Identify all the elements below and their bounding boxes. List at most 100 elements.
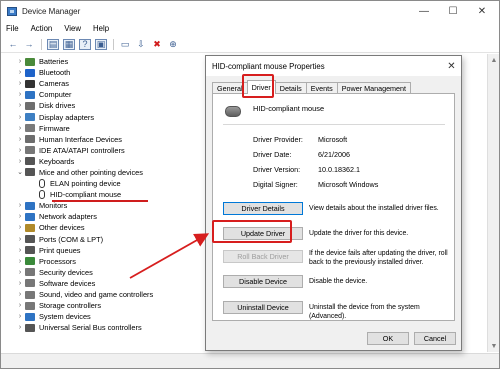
tree-category[interactable]: › Storage controllers — [15, 300, 205, 311]
menu-action[interactable]: Action — [31, 24, 53, 33]
tree-item-label: Firmware — [39, 123, 70, 133]
toolbar: ← → ▤ ▦ ? ▣ ▭ ⇩ ✖ ⊕ — [1, 36, 499, 53]
port-icon — [25, 235, 35, 244]
chevron-right-icon[interactable]: › — [15, 291, 25, 298]
chevron-right-icon[interactable]: › — [15, 158, 25, 165]
scroll-up-icon[interactable]: ▲ — [488, 54, 500, 66]
chevron-right-icon[interactable]: › — [15, 80, 25, 87]
chevron-right-icon[interactable]: › — [15, 147, 25, 154]
chevron-right-icon[interactable]: › — [15, 202, 25, 209]
tree-category[interactable]: › Processors — [15, 256, 205, 267]
tree-category[interactable]: › Computer — [15, 89, 205, 100]
chevron-right-icon[interactable]: › — [15, 213, 25, 220]
chevron-right-icon[interactable]: › — [15, 236, 25, 243]
disable-device-button[interactable]: Disable Device — [223, 275, 303, 288]
update-driver-highlight — [212, 220, 292, 243]
tree-category[interactable]: › Software devices — [15, 278, 205, 289]
roll-back-driver-button[interactable]: Roll Back Driver — [223, 250, 303, 263]
window-title: Device Manager — [22, 6, 81, 16]
chevron-right-icon[interactable]: › — [15, 280, 25, 287]
tree-category[interactable]: › Display adapters — [15, 111, 205, 122]
tree-item-label: Security devices — [39, 267, 93, 277]
network-icon — [25, 212, 35, 221]
cancel-button[interactable]: Cancel — [414, 332, 456, 345]
tree-item-label: Universal Serial Bus controllers — [39, 323, 142, 333]
driver-provider-value: Microsoft — [318, 135, 348, 144]
menu-view[interactable]: View — [64, 24, 81, 33]
tree-category[interactable]: › Disk drives — [15, 100, 205, 111]
tree-item-label: Keyboards — [39, 156, 75, 166]
chevron-right-icon[interactable]: › — [15, 302, 25, 309]
chevron-right-icon[interactable]: › — [15, 258, 25, 265]
driver-details-description: View details about the installed driver … — [309, 205, 439, 212]
chevron-right-icon[interactable]: › — [15, 125, 25, 132]
update-driver-icon[interactable]: ▣ — [95, 38, 107, 50]
dialog-close-button[interactable]: ✕ — [442, 56, 461, 76]
tree-category[interactable]: › Cameras — [15, 78, 205, 89]
tree-category[interactable]: › Firmware — [15, 123, 205, 134]
chevron-right-icon[interactable]: › — [15, 313, 25, 320]
chevron-right-icon[interactable]: › — [15, 91, 25, 98]
tree-category[interactable]: › Batteries — [15, 56, 205, 67]
chevron-right-icon[interactable]: › — [15, 247, 25, 254]
battery-icon — [25, 57, 35, 66]
help-icon[interactable]: ? — [79, 38, 91, 50]
hid-icon — [25, 135, 35, 144]
tree-category[interactable]: › Other devices — [15, 222, 205, 233]
tree-category[interactable]: › Universal Serial Bus controllers — [15, 322, 205, 333]
tree-category[interactable]: › Security devices — [15, 267, 205, 278]
chevron-right-icon[interactable]: › — [15, 269, 25, 276]
tree-category[interactable]: › Human Interface Devices — [15, 134, 205, 145]
security-icon — [25, 268, 35, 277]
scan-hardware-icon[interactable]: ▭ — [119, 39, 131, 50]
tree-category[interactable]: › Network adapters — [15, 211, 205, 222]
properties-dialog: HID-compliant mouse Properties ✕ General… — [205, 55, 462, 351]
tree-item-label: IDE ATA/ATAPI controllers — [39, 145, 125, 155]
chevron-right-icon[interactable]: › — [15, 58, 25, 65]
tree-category[interactable]: › Bluetooth — [15, 67, 205, 78]
uninstall-device-button[interactable]: Uninstall Device — [223, 301, 303, 314]
tree-category[interactable]: › Sound, video and game controllers — [15, 289, 205, 300]
tree-category[interactable]: › Print queues — [15, 245, 205, 256]
add-driver-icon[interactable]: ⇩ — [135, 39, 147, 50]
tree-category[interactable]: ⌄ Mice and other pointing devices — [15, 167, 205, 178]
uninstall-device-description: Uninstall the device from the system (Ad… — [309, 304, 420, 320]
camera-icon — [25, 79, 35, 88]
driver-details-button[interactable]: Driver Details — [223, 202, 303, 215]
minimize-button[interactable]: — — [410, 1, 438, 21]
show-hide-icon[interactable]: ▦ — [63, 38, 75, 50]
tree-item-label: Storage controllers — [39, 301, 102, 311]
uninstall-icon[interactable]: ✖ — [151, 39, 163, 50]
tree-category[interactable]: › System devices — [15, 311, 205, 322]
tree-item-label: Cameras — [39, 79, 69, 89]
tree-child-item[interactable]: HID-compliant mouse — [15, 189, 205, 200]
tree-item-label: Mice and other pointing devices — [39, 167, 143, 177]
back-icon[interactable]: ← — [7, 39, 19, 50]
ok-button[interactable]: OK — [367, 332, 409, 345]
chevron-right-icon[interactable]: › — [15, 69, 25, 76]
tree-category[interactable]: › Ports (COM & LPT) — [15, 234, 205, 245]
dialog-title: HID-compliant mouse Properties — [206, 56, 461, 76]
download-icon[interactable]: ⊕ — [167, 39, 179, 50]
properties-icon[interactable]: ▤ — [47, 38, 59, 50]
tree-category[interactable]: › Keyboards — [15, 156, 205, 167]
chevron-right-icon[interactable]: › — [15, 114, 25, 121]
roll-back-driver-description: If the device fails after updating the d… — [309, 250, 448, 266]
maximize-button[interactable]: ☐ — [439, 1, 467, 21]
tree-category[interactable]: › IDE ATA/ATAPI controllers — [15, 145, 205, 156]
close-button[interactable]: ✕ — [468, 1, 496, 21]
ide-icon — [25, 146, 35, 155]
chevron-down-icon[interactable]: ⌄ — [15, 168, 25, 176]
scroll-down-icon[interactable]: ▼ — [488, 340, 500, 352]
menu-file[interactable]: File — [6, 24, 19, 33]
forward-icon[interactable]: → — [23, 39, 35, 50]
chevron-right-icon[interactable]: › — [15, 136, 25, 143]
mouse-icon — [25, 168, 35, 177]
chevron-right-icon[interactable]: › — [15, 102, 25, 109]
tree-child-item[interactable]: ELAN pointing device — [15, 178, 205, 189]
chevron-right-icon[interactable]: › — [15, 224, 25, 231]
scrollbar[interactable]: ▲ ▼ — [487, 54, 499, 352]
highlight-underline — [52, 200, 148, 203]
chevron-right-icon[interactable]: › — [15, 324, 25, 331]
menu-help[interactable]: Help — [93, 24, 109, 33]
